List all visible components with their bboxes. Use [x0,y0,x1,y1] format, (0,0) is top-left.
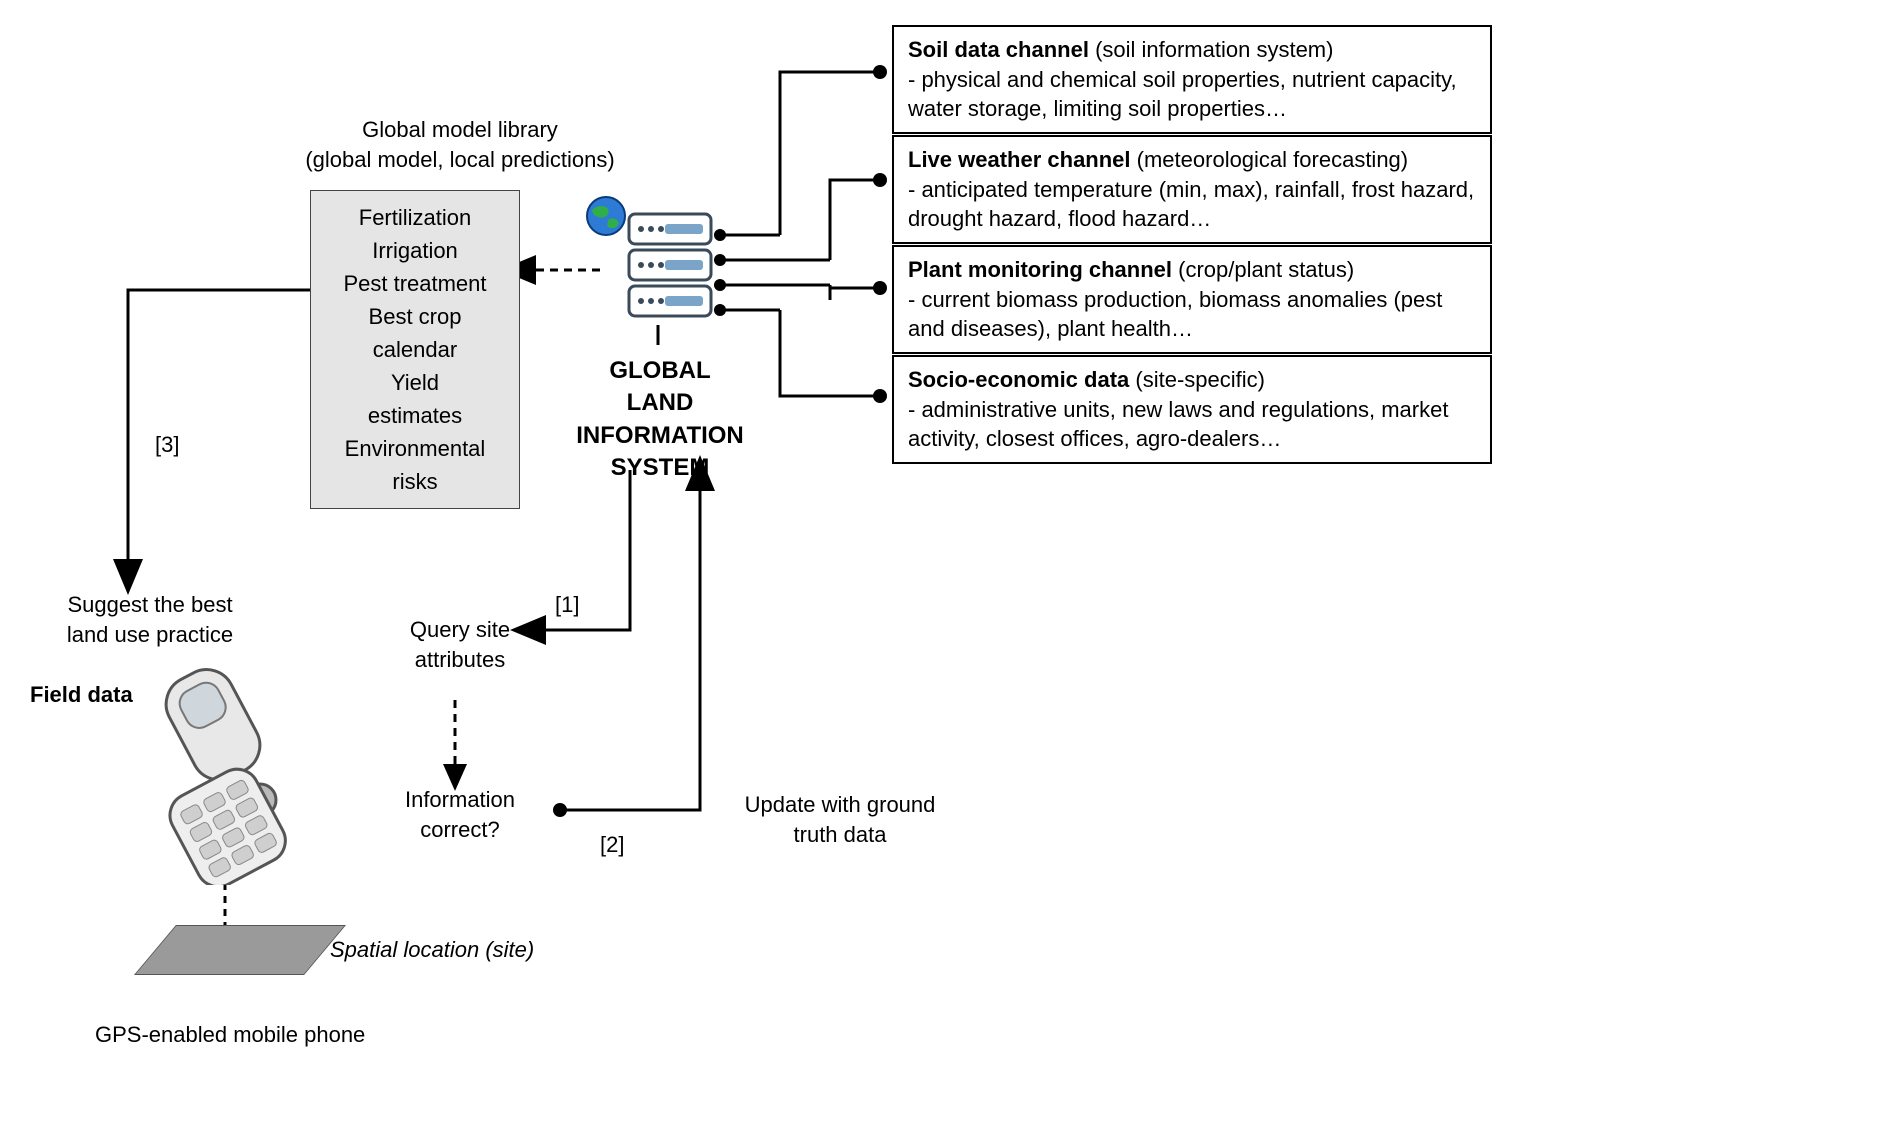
channel-socio: Socio-economic data (site-specific) - ad… [892,355,1492,464]
glis-l2: LAND INFORMATION [540,387,780,452]
server-icon [625,210,715,325]
update-l1: Update with ground [730,790,950,820]
channel-paren: (site-specific) [1135,367,1265,392]
spatial-location-label: Spatial location (site) [330,935,534,965]
gps-caption: GPS-enabled mobile phone [95,1020,365,1050]
suggest-l1: Suggest the best [45,590,255,620]
channel-title: Soil data channel [908,37,1089,62]
site-plate-shape [134,925,346,975]
channel-title: Plant monitoring channel [908,257,1172,282]
globe-icon [585,195,627,242]
channel-soil: Soil data channel (soil information syst… [892,25,1492,134]
step1-label: [1] [555,590,579,620]
update-l2: truth data [730,820,950,850]
suggest-l2: land use practice [45,620,255,650]
model-item: Irrigation [341,234,489,267]
channel-weather: Live weather channel (meteorological for… [892,135,1492,244]
info-correct-label: Information correct? [395,785,525,844]
model-item: Yield estimates [341,366,489,432]
glis-l3: SYSTEM [540,452,780,484]
update-label: Update with ground truth data [730,790,950,849]
step3-label: [3] [155,430,179,460]
model-item: Fertilization [341,201,489,234]
channel-body: - current biomass production, biomass an… [908,287,1442,342]
info-l1: Information [395,785,525,815]
library-title-line2: (global model, local predictions) [260,145,660,175]
model-item: Best crop calendar [341,300,489,366]
flip-phone-icon [125,665,325,890]
glis-l1: GLOBAL [540,355,780,387]
channel-body: - anticipated temperature (min, max), ra… [908,177,1474,232]
model-item: Pest treatment [341,267,489,300]
channel-body: - physical and chemical soil properties,… [908,67,1457,122]
channel-paren: (soil information system) [1095,37,1333,62]
channel-title: Live weather channel [908,147,1131,172]
channel-paren: (crop/plant status) [1178,257,1354,282]
field-data-label: Field data [30,680,133,710]
step2-label: [2] [600,830,624,860]
info-l2: correct? [395,815,525,845]
channel-plant: Plant monitoring channel (crop/plant sta… [892,245,1492,354]
model-outputs-box: Fertilization Irrigation Pest treatment … [310,190,520,509]
library-title: Global model library (global model, loca… [260,115,660,174]
query-label: Query site attributes [395,615,525,674]
model-item: Environmental risks [341,432,489,498]
suggest-label: Suggest the best land use practice [45,590,255,649]
channel-title: Socio-economic data [908,367,1129,392]
library-title-line1: Global model library [260,115,660,145]
glis-label: GLOBAL LAND INFORMATION SYSTEM [540,355,780,485]
channel-body: - administrative units, new laws and reg… [908,397,1448,452]
channel-paren: (meteorological forecasting) [1137,147,1408,172]
query-l2: attributes [395,645,525,675]
query-l1: Query site [395,615,525,645]
